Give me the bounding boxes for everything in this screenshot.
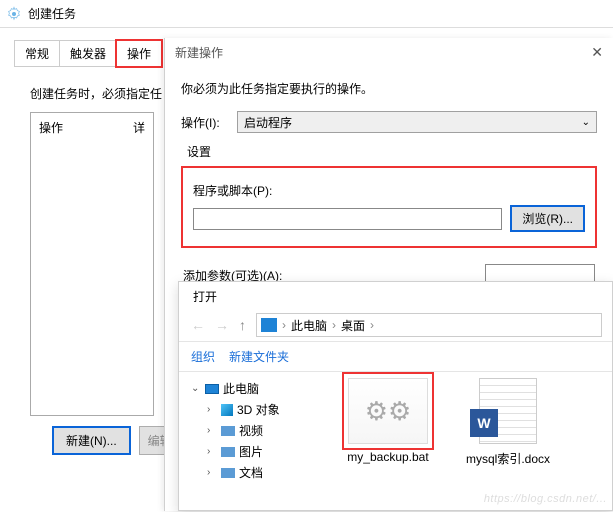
file-thumb-batch: ⚙⚙ [348,378,428,444]
monitor-icon [205,384,219,394]
action-dropdown-value: 启动程序 [244,114,292,131]
browse-button[interactable]: 浏览(R)... [510,205,585,232]
create-task-title: 创建任务 [28,5,76,22]
folder-icon [221,426,235,436]
expander-icon[interactable]: ⌄ [191,383,201,394]
new-action-title: 新建操作 [175,44,223,61]
folder-icon [221,447,235,457]
expander-icon[interactable]: › [207,425,217,436]
open-file-dialog: 打开 ← → ↑ › 此电脑 › 桌面 › 组织 新建文件夹 ⌄ 此电脑 › 3… [178,281,613,511]
open-nav-row: ← → ↑ › 此电脑 › 桌面 › [179,307,612,342]
tree-node-thispc[interactable]: ⌄ 此电脑 [191,378,323,399]
watermark-text: https://blog.csdn.net/... [484,493,607,505]
folder-icon [221,468,235,478]
word-icon: W [470,409,498,437]
open-toolbar: 组织 新建文件夹 [179,342,612,372]
gear-icon [6,6,22,22]
tree-node-documents[interactable]: › 文档 [207,462,323,483]
action-label: 操作(I): [181,114,231,131]
breadcrumb-separator-icon: › [279,318,289,332]
monitor-icon [261,318,277,332]
new-folder-button[interactable]: 新建文件夹 [229,348,289,365]
settings-group-label: 设置 [187,143,597,160]
program-row: 浏览(R)... [193,205,585,232]
file-item-docx[interactable]: W mysql索引.docx [457,378,559,512]
nav-forward-icon[interactable]: → [215,317,229,333]
gears-icon: ⚙⚙ [365,396,412,427]
expander-icon[interactable]: › [207,467,217,478]
file-label: my_backup.bat [347,450,428,464]
new-action-instruction: 你必须为此任务指定要执行的操作。 [181,80,597,97]
settings-highlight-box: 程序或脚本(P): 浏览(R)... [181,166,597,248]
document-page-icon: W [479,378,537,444]
new-action-titlebar: 新建操作 ✕ [165,38,613,66]
tab-actions[interactable]: 操作 [116,40,162,67]
tree-node-pictures[interactable]: › 图片 [207,441,323,462]
file-label: mysql索引.docx [466,450,550,467]
action-row: 操作(I): 启动程序 ⌄ [181,111,597,133]
tree-node-videos[interactable]: › 视频 [207,420,323,441]
expander-icon[interactable]: › [207,446,217,457]
open-dialog-main: ⌄ 此电脑 › 3D 对象 › 视频 › 图片 › 文 [179,372,612,512]
organize-menu[interactable]: 组织 [191,348,215,365]
tab-triggers[interactable]: 触发器 [59,40,116,67]
open-dialog-title: 打开 [179,282,612,307]
breadcrumb-seg-desktop[interactable]: 桌面 [341,317,365,334]
cube-icon [221,404,233,416]
expander-icon[interactable]: › [207,404,217,415]
files-pane[interactable]: ⚙⚙ my_backup.bat W mysql索引.docx [327,372,612,512]
breadcrumb[interactable]: › 此电脑 › 桌面 › [256,313,602,337]
breadcrumb-seg-thispc[interactable]: 此电脑 [291,317,327,334]
folder-tree[interactable]: ⌄ 此电脑 › 3D 对象 › 视频 › 图片 › 文 [179,372,327,512]
actions-column-action: 操作 [39,119,63,136]
tree-node-3dobjects[interactable]: › 3D 对象 [207,399,323,420]
program-input[interactable] [193,208,502,230]
create-task-titlebar: 创建任务 [0,0,613,28]
new-button[interactable]: 新建(N)... [52,426,131,455]
actions-column-detail: 详 [133,119,145,136]
file-thumb-docx: W [468,378,548,444]
program-label: 程序或脚本(P): [193,182,585,199]
breadcrumb-separator-icon: › [367,318,377,332]
nav-back-icon[interactable]: ← [191,317,205,333]
breadcrumb-separator-icon: › [329,318,339,332]
actions-listbox[interactable]: 操作 详 [30,112,154,416]
nav-up-icon[interactable]: ↑ [239,317,246,333]
action-dropdown[interactable]: 启动程序 ⌄ [237,111,597,133]
tab-general[interactable]: 常规 [14,40,59,67]
close-icon[interactable]: ✕ [591,44,603,61]
file-item-batch[interactable]: ⚙⚙ my_backup.bat [337,378,439,512]
chevron-down-icon: ⌄ [582,117,590,128]
